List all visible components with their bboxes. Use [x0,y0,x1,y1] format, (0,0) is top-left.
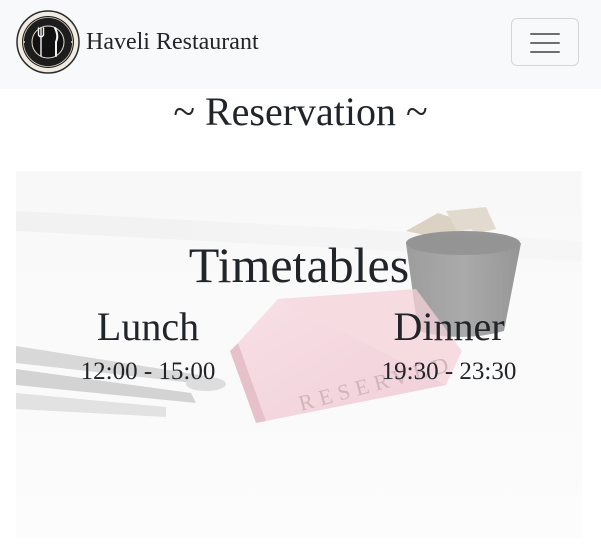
section-title: ~ Reservation ~ [173,89,428,134]
dinner-label: Dinner [393,304,505,349]
timetables-hero: RESERVED Timetables Lunch 12:00 - 15:00 … [16,171,582,538]
lunch-label: Lunch [96,304,200,349]
hamburger-menu-icon [530,31,560,55]
dinner-hours: 19:30 - 23:30 [381,358,517,385]
timetables-heading: Timetables [188,237,410,293]
brand-name: Haveli Restaurant [86,28,259,55]
navbar-toggler-button[interactable] [511,18,579,66]
lunch-hours: 12:00 - 15:00 [80,358,216,385]
fork-knife-plate-icon [16,10,80,74]
navbar: Haveli Restaurant [0,0,601,89]
navbar-brand[interactable]: Haveli Restaurant [16,10,259,74]
dinner-slot: Dinner 19:30 - 23:30 [334,303,564,387]
lunch-slot: Lunch 12:00 - 15:00 [33,303,263,387]
